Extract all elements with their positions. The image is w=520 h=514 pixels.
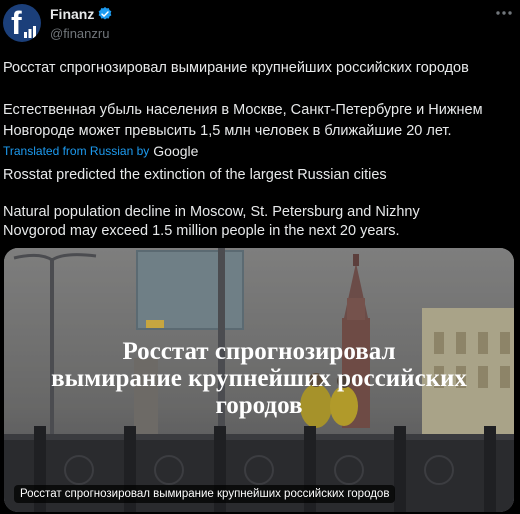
post-header: f Finanz @finanzru xyxy=(0,0,520,50)
translated-title: Rosstat predicted the extinction of the … xyxy=(3,167,387,183)
avatar[interactable]: f xyxy=(3,4,41,42)
original-body-line-2: Новгороде может превысить 1,5 млн челове… xyxy=(3,123,452,139)
overlay-line-2: вымирание крупнейших российских xyxy=(51,365,467,392)
translation-note: Translated from Russian by xyxy=(3,144,150,158)
original-title: Росстат спрогнозировал вымирание крупней… xyxy=(3,60,469,76)
overlay-line-3: городов xyxy=(215,392,303,419)
author-handle[interactable]: @finanzru xyxy=(50,26,109,41)
avatar-logo-letter: f xyxy=(11,5,22,41)
author-display-name[interactable]: Finanz xyxy=(50,6,94,22)
original-body-line-1: Естественная убыль населения в Москве, С… xyxy=(3,102,483,118)
verified-badge-icon xyxy=(98,7,112,20)
more-options-icon[interactable] xyxy=(494,6,514,20)
post-media-image[interactable]: Росстат спрогнозировал вымирание крупней… xyxy=(4,248,514,512)
translated-body-line-1: Natural population decline in Moscow, St… xyxy=(3,204,420,220)
translation-provider: Google xyxy=(153,143,199,159)
media-overlay-title: Росстат спрогнозировал вымирание крупней… xyxy=(4,338,514,419)
overlay-line-1: Росстат спрогнозировал xyxy=(122,338,396,365)
translated-body-line-2: Novgorod may exceed 1.5 million people i… xyxy=(3,223,400,239)
media-caption: Росстат спрогнозировал вымирание крупней… xyxy=(14,485,396,503)
translation-attribution[interactable]: Translated from Russian by Google xyxy=(3,143,198,159)
chart-bars-icon xyxy=(24,26,36,38)
